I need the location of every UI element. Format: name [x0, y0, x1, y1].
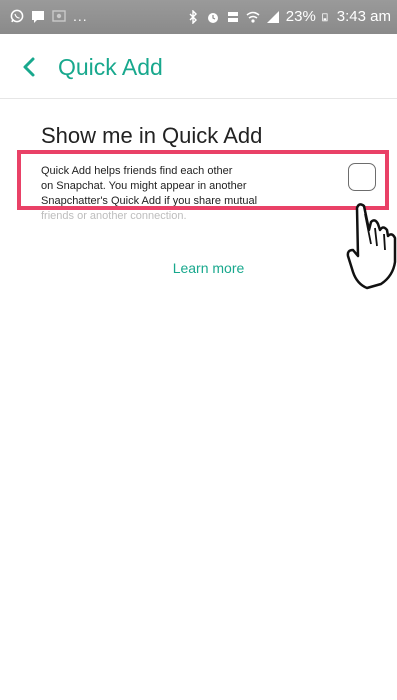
section-title: Show me in Quick Add [41, 123, 263, 148]
message-icon [32, 11, 44, 23]
alarm-icon [207, 12, 218, 23]
highlight-box [17, 150, 389, 210]
status-dots: ... [73, 8, 88, 24]
header: Quick Add [0, 34, 397, 99]
learn-more-link[interactable]: Learn more [0, 260, 397, 276]
status-time: 3:43 am [336, 8, 391, 25]
back-chevron-icon[interactable] [20, 56, 40, 78]
image-icon [52, 10, 66, 22]
status-bar: ... 23% 3:43 am [0, 0, 397, 34]
bluetooth-icon [189, 9, 197, 24]
status-bar-right: 23% 3:43 am [186, 8, 391, 25]
status-bar-left: ... [10, 8, 88, 24]
volte-icon [227, 11, 238, 22]
wifi-icon [246, 11, 260, 23]
page-title: Quick Add [58, 54, 163, 80]
battery-percent: 23% [285, 8, 316, 25]
battery-icon [322, 12, 328, 21]
hand-cursor-icon [346, 203, 397, 290]
show-in-quick-add-checkbox[interactable] [348, 163, 376, 191]
whatsapp-icon [10, 9, 24, 23]
description-line: friends or another connection. [41, 210, 187, 222]
signal-icon [266, 10, 279, 23]
